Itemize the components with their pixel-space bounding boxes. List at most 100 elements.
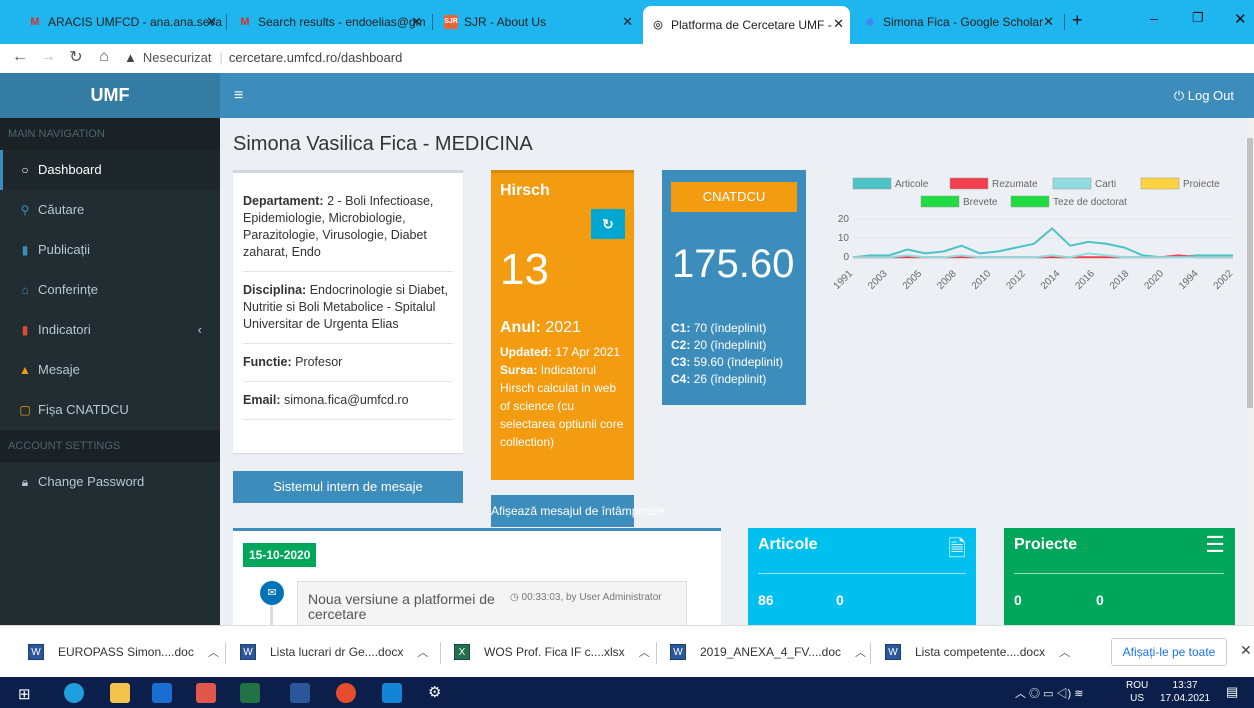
content-area: Simona Vasilica Fica - MEDICINA Departam… (220, 118, 1254, 625)
clock[interactable]: 13:37 17.04.2021 (1160, 679, 1210, 705)
chevron-up-icon[interactable]: ︿ (1059, 644, 1070, 660)
cnatdcu-button[interactable]: CNATDCU (671, 182, 797, 212)
envelope-icon: ✉ (260, 581, 284, 605)
sidebar-item-dashboard[interactable]: ○ Dashboard (0, 150, 220, 190)
criteria-value: 59.60 (îndeplinit) (693, 355, 784, 369)
download-item[interactable]: X WOS Prof. Fica IF c....xlsx ︿ (454, 640, 650, 664)
criteria-value: 70 (îndeplinit) (693, 321, 767, 335)
x-tick-label: 2012 (1004, 268, 1028, 292)
mail-icon[interactable] (382, 683, 402, 703)
sidebar-item-conferences[interactable]: ⌂ Conferințe (0, 270, 220, 310)
x-tick-label: 1994 (1177, 268, 1201, 292)
timeline-item[interactable]: Noua versiune a platformei de cercetare … (297, 581, 687, 625)
close-download-bar-icon[interactable]: ✕ (1240, 642, 1252, 659)
windows-start-icon[interactable]: ⊞ (18, 685, 31, 703)
sidebar-item-label: Indicatori (38, 322, 91, 337)
home-icon[interactable]: ⌂ (90, 48, 118, 66)
tab-separator (226, 14, 227, 30)
separator (870, 642, 871, 664)
criteria-row: C3: 59.60 (îndeplinit) (671, 354, 783, 371)
download-name: Lista lucrari dr Ge....docx (270, 645, 404, 659)
chrome-icon[interactable] (336, 683, 356, 703)
sidebar-item-label: Publicații (38, 242, 91, 257)
notifications-icon[interactable]: ▤ (1226, 684, 1238, 700)
minimize-icon[interactable]: – (1150, 10, 1158, 26)
word-app-icon[interactable] (290, 683, 310, 703)
sidebar-item-messages[interactable]: ▲ Mesaje (0, 350, 220, 390)
clock-icon: ◷ (510, 592, 519, 603)
new-tab-icon[interactable]: + (1072, 10, 1083, 31)
sidebar-item-search[interactable]: ⚲ Căutare (0, 190, 220, 230)
chevron-up-icon[interactable]: ︿ (208, 644, 219, 660)
legend-swatch (1010, 195, 1050, 208)
download-name: Lista competente....docx (915, 645, 1046, 659)
close-icon[interactable]: ✕ (206, 14, 217, 30)
language-indicator[interactable]: ROU US (1126, 679, 1148, 705)
browser-tab[interactable]: SJR SJR - About Us ✕ (436, 8, 639, 36)
stat-box-articole[interactable]: Articole 🗎︎ 86 0 (748, 528, 976, 625)
scrollbar[interactable] (1246, 118, 1254, 625)
internal-messages-button[interactable]: Sistemul intern de mesaje (233, 471, 463, 503)
legend-swatch (1052, 177, 1092, 190)
y-tick-label: 0 (843, 252, 849, 263)
refresh-button[interactable]: ↻ (591, 209, 625, 239)
browser-toolbar: ← → ↻ ⌂ ▲ Nesecurizat | cercetare.umfcd.… (0, 44, 1254, 111)
file-explorer-icon[interactable] (110, 683, 130, 703)
address-bar[interactable]: cercetare.umfcd.ro/dashboard (229, 50, 402, 65)
browser-tab[interactable]: M ARACIS UMFCD - ana.ana.seva ✕ (20, 8, 223, 36)
excel-app-icon[interactable] (240, 683, 260, 703)
browser-tab[interactable]: M Search results - endoelias@gm ✕ (230, 8, 428, 36)
edge-icon[interactable] (64, 683, 84, 703)
sidebar-item-indicators[interactable]: ▮ Indicatori ‹ (0, 310, 220, 350)
back-icon[interactable]: ← (6, 48, 34, 66)
logout-button[interactable]: ⏻ Log Out (1174, 88, 1234, 104)
sidebar-item-label: Change Password (38, 474, 145, 489)
download-item[interactable]: W Lista competente....docx ︿ (885, 640, 1070, 664)
security-label[interactable]: Nesecurizat (143, 50, 212, 65)
welcome-message-button[interactable]: Afișează mesajul de întâmpinare (491, 495, 665, 527)
criteria-value: 26 (îndeplinit) (693, 372, 767, 386)
browser-tab-active[interactable]: ◎ Platforma de Cercetare UMF - ✕ (643, 6, 850, 44)
forward-icon[interactable]: → (34, 48, 62, 66)
chevron-up-icon[interactable]: ︿ (855, 644, 866, 660)
x-tick-label: 1991 (832, 268, 856, 292)
browser-tab[interactable]: ◆ Simona Fica - Google Scholar ✕ (855, 8, 1060, 36)
stat-box-proiecte[interactable]: Proiecte ☰ 0 0 (1004, 528, 1235, 625)
download-item[interactable]: W Lista lucrari dr Ge....docx ︿ (240, 640, 428, 664)
legend-label: Proiecte (1183, 179, 1220, 190)
sidebar-item-change-password[interactable]: 🔒︎ Change Password (0, 462, 220, 502)
sidebar-item-cnatdcu[interactable]: ▢ Fișa CNATDCU (0, 390, 220, 430)
scrollbar-thumb[interactable] (1247, 138, 1253, 408)
sidebar-item-publications[interactable]: ▮ Publicații (0, 230, 220, 270)
x-tick-label: 2005 (901, 268, 925, 292)
bell-icon: ▲ (19, 363, 31, 377)
discipline-label: Disciplina: (243, 283, 307, 297)
pdf-icon[interactable] (196, 683, 216, 703)
download-item[interactable]: W 2019_ANEXA_4_FV....doc ︿ (670, 640, 866, 664)
separator (656, 642, 657, 664)
app-header: UMF ≡ ⏻ Log Out (0, 73, 1254, 118)
download-item[interactable]: W EUROPASS Simon....doc ︿ (28, 640, 219, 664)
close-icon[interactable]: ✕ (411, 14, 422, 30)
settings-icon[interactable]: ⚙ (428, 683, 441, 701)
discipline-row: Disciplina: Endocrinologie si Diabet, Nu… (243, 272, 453, 344)
system-tray-icons[interactable]: ︿ ◎ ▭ ◁) ≋ (1015, 685, 1084, 701)
sidebar-item-label: Căutare (38, 202, 85, 217)
page-title: Simona Vasilica Fica - MEDICINA (233, 133, 533, 155)
store-icon[interactable] (152, 683, 172, 703)
sidebar-item-label: Conferințe (38, 282, 98, 297)
x-tick-label: 2016 (1073, 268, 1097, 292)
restore-icon[interactable]: ❐ (1192, 10, 1204, 26)
reload-icon[interactable]: ↻ (62, 47, 90, 67)
window-close-icon[interactable]: ✕ (1234, 10, 1247, 28)
chevron-up-icon[interactable]: ︿ (639, 644, 650, 660)
close-icon[interactable]: ✕ (622, 14, 633, 30)
chevron-up-icon[interactable]: ︿ (417, 644, 428, 660)
close-icon[interactable]: ✕ (833, 16, 844, 32)
app-logo[interactable]: UMF (0, 73, 220, 118)
x-tick-label: 2002 (1212, 268, 1236, 292)
show-all-downloads-button[interactable]: Afișați-le pe toate (1111, 638, 1227, 666)
legend-swatch (852, 177, 892, 190)
sidebar-toggle-icon[interactable]: ≡ (234, 87, 243, 105)
close-icon[interactable]: ✕ (1043, 14, 1054, 30)
